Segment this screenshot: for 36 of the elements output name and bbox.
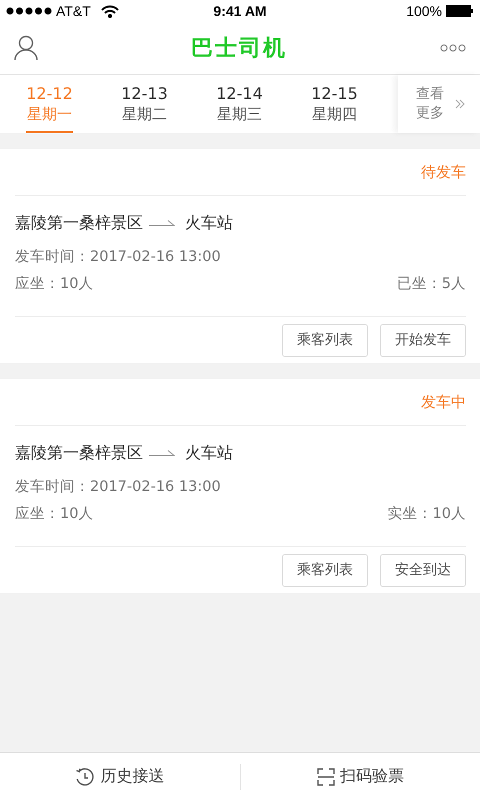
double-chevron-icon: [455, 99, 466, 109]
status-time: 9:41 AM: [213, 3, 267, 19]
seated-count: 已坐：5人: [396, 275, 466, 294]
more-dates-button[interactable]: 查看更多: [398, 75, 480, 133]
person-icon: [14, 35, 38, 61]
signal-icon: [6, 7, 52, 15]
action-button[interactable]: 开始发车: [380, 324, 466, 356]
trip-status: 待发车: [421, 162, 466, 182]
app-title: 巴士司机: [191, 35, 287, 63]
trip-status: 发车中: [421, 392, 466, 412]
history-icon: [75, 766, 96, 786]
profile-button[interactable]: [14, 35, 38, 61]
more-icon: [440, 44, 466, 52]
wifi-icon: [100, 4, 119, 18]
expected-seats: 应坐：10人: [15, 271, 94, 298]
battery-percent: 100%: [406, 3, 442, 19]
expected-seats: 应坐：10人: [15, 501, 94, 528]
more-button[interactable]: [440, 44, 466, 52]
history-button[interactable]: 历史接送: [0, 764, 240, 790]
date-tab[interactable]: 12-13 星期二: [97, 75, 192, 133]
carrier-name: AT&T: [56, 3, 91, 19]
arrival-stop: 火车站: [185, 442, 233, 464]
departure-stop: 嘉陵第一桑梓景区: [15, 442, 143, 464]
departure-time: 发车时间：2017-02-16 13:00: [15, 248, 222, 267]
departure-time: 发车时间：2017-02-16 13:00: [15, 478, 222, 497]
seated-count: 实坐：10人: [388, 504, 466, 524]
date-tab[interactable]: 12-14 星期三: [192, 75, 287, 133]
action-button[interactable]: 安全到达: [380, 554, 466, 586]
battery-icon: [446, 5, 474, 17]
scan-icon: [316, 768, 335, 786]
arrival-stop: 火车站: [185, 212, 233, 234]
scan-ticket-button[interactable]: 扫码验票: [240, 764, 480, 790]
passenger-list-button[interactable]: 乘客列表: [282, 554, 368, 586]
date-tab[interactable]: 12-15 星期四: [287, 75, 382, 133]
passenger-list-button[interactable]: 乘客列表: [282, 324, 368, 356]
departure-stop: 嘉陵第一桑梓景区: [15, 212, 143, 234]
